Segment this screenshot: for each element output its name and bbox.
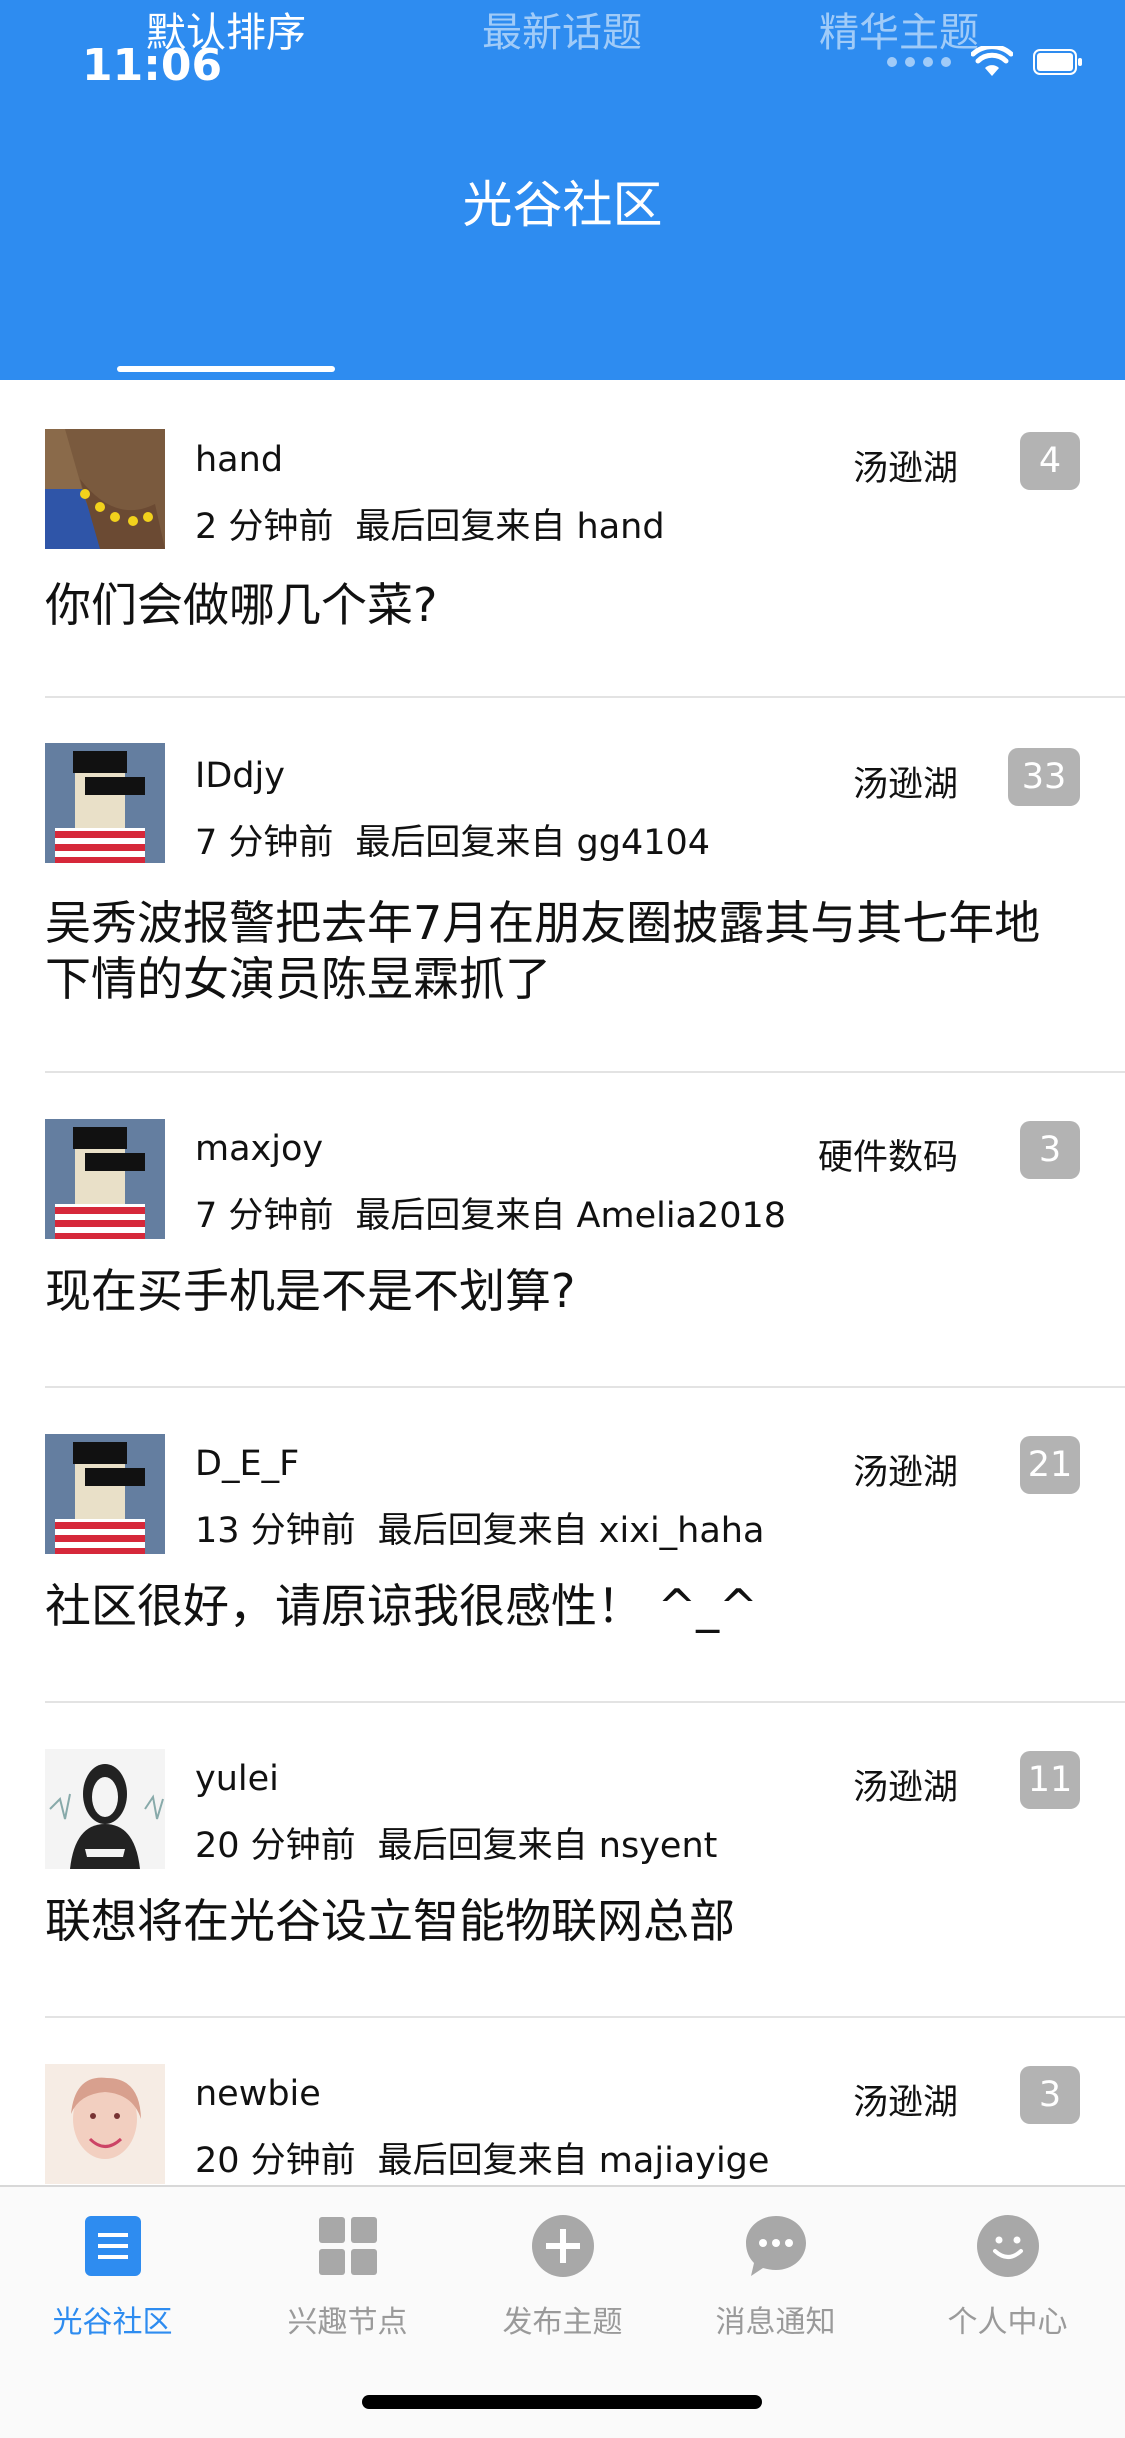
topic-title[interactable]: 社区很好，请原谅我很感性！ ^_^ [45,1578,1075,1634]
post-time: 7 分钟前 [195,1196,334,1236]
post-time: 13 分钟前 [195,1511,356,1551]
last-reply: 最后回复来自 Amelia2018 [355,1196,787,1236]
reply-count-badge: 21 [1020,1436,1080,1494]
avatar[interactable] [45,743,165,863]
username[interactable]: D_E_F [195,1444,299,1484]
post-time: 2 分钟前 [195,507,334,547]
home-indicator[interactable] [362,2395,762,2409]
reply-count-badge: 11 [1020,1751,1080,1809]
last-reply: 最后回复来自 hand [355,507,665,547]
username[interactable]: yulei [195,1759,279,1799]
avatar[interactable] [45,1119,165,1239]
reply-count-badge: 3 [1020,2066,1080,2124]
post-meta: 7 分钟前 最后回复来自 Amelia2018 [195,1187,786,1238]
topic-item[interactable]: maxjoy 7 分钟前 最后回复来自 Amelia2018 硬件数码 3 现在买… [0,1073,1125,1388]
chat-bubble-icon [743,2213,809,2279]
tab-default-sort[interactable]: 默认排序 [117,0,335,90]
tabbar-item-publish[interactable]: 发布主题 [450,2187,675,2367]
grid-icon [315,2213,381,2279]
last-reply: 最后回复来自 majiayige [377,2141,770,2181]
tab-latest-topics[interactable]: 最新话题 [453,0,671,90]
battery-icon [1033,49,1083,75]
tabbar-item-profile[interactable]: 个人中心 [895,2187,1120,2367]
tab-featured-topics[interactable]: 精华主题 [790,0,1008,90]
topic-title[interactable]: 联想将在光谷设立智能物联网总部 [45,1893,1075,1949]
post-meta: 7 分钟前 最后回复来自 gg4104 [195,814,710,865]
node-label[interactable]: 汤逊湖 [853,2074,958,2125]
tabbar-label: 个人中心 [947,2305,1068,2340]
avatar[interactable] [45,429,165,549]
tabbar-item-nodes[interactable]: 兴趣节点 [235,2187,460,2367]
node-label[interactable]: 汤逊湖 [853,756,958,807]
post-meta: 2 分钟前 最后回复来自 hand [195,498,665,549]
avatar[interactable] [45,1749,165,1869]
username[interactable]: maxjoy [195,1129,323,1169]
topic-item[interactable]: newbie 20 分钟前 最后回复来自 majiayige 汤逊湖 3 [0,2018,1125,2185]
plus-circle-icon [530,2213,596,2279]
last-reply: 最后回复来自 xixi_haha [377,1511,765,1551]
topic-item[interactable]: D_E_F 13 分钟前 最后回复来自 xixi_haha 汤逊湖 21 社区很好… [0,1388,1125,1703]
node-label[interactable]: 汤逊湖 [853,1759,958,1810]
username[interactable]: IDdjy [195,756,285,796]
smiley-icon [975,2213,1041,2279]
topic-item[interactable]: hand 2 分钟前 最后回复来自 hand 汤逊湖 4 你们会做哪几个菜? [0,380,1125,698]
reply-count-badge: 33 [1008,748,1080,806]
nav-header: 11:06 光谷社区 默认排序 最新话题 精华主题 [0,0,1125,380]
post-time: 20 分钟前 [195,1826,356,1866]
tabbar-item-community[interactable]: 光谷社区 [0,2187,225,2367]
node-label[interactable]: 汤逊湖 [853,440,958,491]
tabbar-label: 光谷社区 [52,2305,173,2340]
last-reply: 最后回复来自 nsyent [377,1826,718,1866]
tab-active-indicator [117,366,335,372]
topic-title[interactable]: 吴秀波报警把去年7月在朋友圈披露其与其七年地下情的女演员陈昱霖抓了 [45,895,1075,1007]
post-time: 20 分钟前 [195,2141,356,2181]
topic-item[interactable]: IDdjy 7 分钟前 最后回复来自 gg4104 汤逊湖 33 吴秀波报警把去年… [0,698,1125,1073]
page-title: 光谷社区 [462,176,663,234]
topic-title[interactable]: 现在买手机是不是不划算? [45,1263,1075,1319]
list-doc-icon [80,2213,146,2279]
avatar[interactable] [45,1434,165,1554]
topic-item[interactable]: yulei 20 分钟前 最后回复来自 nsyent 汤逊湖 11 联想将在光谷设… [0,1703,1125,2018]
node-label[interactable]: 汤逊湖 [853,1444,958,1495]
avatar[interactable] [45,2064,165,2184]
last-reply: 最后回复来自 gg4104 [355,823,711,863]
topic-title[interactable]: 你们会做哪几个菜? [45,577,1075,633]
username[interactable]: newbie [195,2074,321,2114]
post-meta: 13 分钟前 最后回复来自 xixi_haha [195,1502,764,1553]
tabbar-label: 消息通知 [715,2305,836,2340]
tabbar-label: 兴趣节点 [287,2305,408,2340]
node-label[interactable]: 硬件数码 [818,1129,958,1180]
tabbar-label: 发布主题 [502,2305,623,2340]
tabbar-item-notifications[interactable]: 消息通知 [663,2187,888,2367]
post-meta: 20 分钟前 最后回复来自 majiayige [195,2132,769,2183]
post-meta: 20 分钟前 最后回复来自 nsyent [195,1817,717,1868]
username[interactable]: hand [195,440,283,480]
reply-count-badge: 3 [1020,1121,1080,1179]
post-time: 7 分钟前 [195,823,334,863]
reply-count-badge: 4 [1020,432,1080,490]
topic-list[interactable]: hand 2 分钟前 最后回复来自 hand 汤逊湖 4 你们会做哪几个菜? ID… [0,380,1125,2185]
